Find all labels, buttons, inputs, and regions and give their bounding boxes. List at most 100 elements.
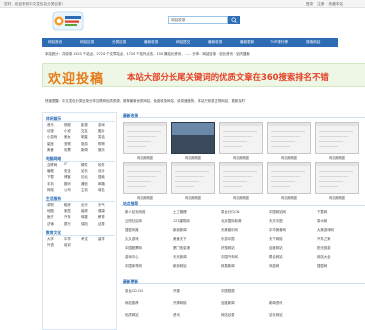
search-input[interactable]: 网站收录 — [168, 16, 228, 24]
sidebar-category-link[interactable]: 搜索 — [98, 174, 105, 179]
site-link[interactable]: 好搜网站 — [221, 245, 235, 250]
sidebar-category-link[interactable]: 新闻 — [81, 147, 88, 152]
sidebar-category-link[interactable]: 美女 — [64, 134, 71, 139]
site-thumbnail[interactable] — [315, 122, 359, 154]
sidebar-category-link[interactable]: 外语 — [47, 242, 54, 247]
site-link[interactable]: 美食天下 — [173, 236, 187, 241]
sidebar-category-link[interactable]: 求职 — [47, 202, 54, 207]
site-link[interactable]: 大美游戏网 — [317, 227, 334, 232]
site-link[interactable]: 泉州网 — [317, 218, 327, 223]
site-thumbnail[interactable] — [315, 162, 359, 194]
site-link[interactable]: 久久游戏 — [125, 236, 139, 241]
nav-home[interactable]: 网站首页 — [48, 40, 62, 45]
nav-submit[interactable]: 网站提交 — [176, 40, 190, 45]
sidebar-category-link[interactable]: 软件 — [98, 162, 105, 167]
sidebar-category-link[interactable]: 网络 — [47, 187, 54, 192]
site-link[interactable]: 中国体育网 — [125, 263, 142, 268]
site-link[interactable]: 中华美食网 — [269, 227, 286, 232]
update-link[interactable]: 新闻资讯 — [269, 300, 283, 305]
sidebar-category-link[interactable]: 医疗 — [47, 214, 54, 219]
sidebar-category-link[interactable]: 宠物 — [64, 141, 71, 146]
update-link[interactable]: 中国视频 — [221, 288, 235, 293]
sidebar-category-link[interactable]: 培训 — [64, 242, 71, 247]
sidebar-category-link[interactable]: 出行 — [81, 202, 88, 207]
sidebar-category-link[interactable]: 小说 — [64, 128, 71, 133]
sidebar-category-link[interactable]: 家居 — [64, 208, 71, 213]
site-link[interactable]: 中国汽车网 — [221, 254, 238, 259]
sidebar-category-link[interactable]: 下载 — [47, 174, 54, 179]
nav-directory[interactable]: 网站目录 — [80, 40, 94, 45]
thumbnail-caption[interactable]: 网站缩略图 — [217, 155, 265, 160]
site-link[interactable]: 厦门信息港 — [173, 245, 190, 250]
login-link[interactable]: 登录 — [306, 2, 313, 6]
site-link[interactable]: 中国网站网 — [269, 209, 286, 214]
update-link[interactable]: 站长网站 — [269, 312, 283, 317]
site-link[interactable]: 天下网络 — [269, 236, 283, 241]
sidebar-category-link[interactable]: 论坛 — [81, 174, 88, 179]
sidebar-category-link[interactable]: 汽车 — [64, 214, 71, 219]
favorite-link[interactable]: 收藏本站 — [329, 2, 343, 6]
sidebar-category-link[interactable]: 公司 — [64, 187, 71, 192]
sidebar-category-link[interactable]: 博客 — [64, 174, 71, 179]
site-link[interactable]: 天天新闻 — [173, 254, 187, 259]
search-button[interactable] — [228, 16, 240, 24]
sidebar-category-link[interactable]: 天气 — [98, 202, 105, 207]
site-link[interactable]: 搜狐网 — [317, 263, 327, 268]
site-thumbnail[interactable] — [171, 162, 215, 194]
sidebar-category-link[interactable]: 动漫 — [47, 128, 54, 133]
sidebar-category-link[interactable]: 数码 — [64, 181, 71, 186]
sidebar-category-link[interactable]: 银行 — [64, 221, 71, 226]
site-thumbnail[interactable] — [171, 122, 215, 154]
update-link[interactable]: 资讯 — [173, 312, 180, 317]
sidebar-category-link[interactable]: 游戏 — [98, 122, 105, 127]
site-thumbnail[interactable] — [219, 122, 263, 154]
thumbnail-caption[interactable]: 网站缩略图 — [265, 155, 313, 160]
sidebar-category-link[interactable]: 音乐 — [47, 122, 54, 127]
sidebar-category-link[interactable]: 母婴 — [81, 214, 88, 219]
sidebar-category-link[interactable]: 邮箱 — [98, 181, 105, 186]
sidebar-category-link[interactable]: 影视 — [81, 122, 88, 127]
site-link[interactable]: 联合网站 — [269, 254, 283, 259]
sidebar-category-link[interactable]: 视频 — [64, 122, 71, 127]
update-link[interactable]: 优质网站 — [125, 312, 139, 317]
sidebar-category-link[interactable]: 保险 — [81, 221, 88, 226]
sidebar-category-link[interactable]: 明星 — [81, 134, 88, 139]
sidebar-category-link[interactable]: 交友 — [81, 128, 88, 133]
sidebar-category-link[interactable]: 中学 — [64, 236, 71, 241]
sidebar-category-link[interactable]: 编程 — [47, 168, 54, 173]
site-link[interactable]: 网易新闻 — [221, 263, 235, 268]
site-link[interactable]: 新人站长网络 — [125, 209, 145, 214]
sidebar-category-link[interactable]: 域名 — [98, 187, 105, 192]
sidebar-category-link[interactable]: 安全 — [64, 168, 71, 173]
update-link[interactable]: 泉台CD.CN — [125, 288, 143, 293]
site-link[interactable]: 阳光旅游 — [317, 245, 331, 250]
site-link[interactable]: 北京国际新闻 — [221, 218, 241, 223]
sidebar-category-link[interactable]: 娱乐 — [98, 147, 105, 152]
sidebar-category-link[interactable]: 设计 — [98, 168, 105, 173]
sidebar-category-link[interactable]: IT — [64, 162, 67, 166]
sidebar-category-link[interactable]: 旅游 — [81, 141, 88, 146]
site-link[interactable]: 天美娱乐网 — [221, 227, 238, 232]
banner[interactable]: 欢迎投稿 本站大部分长尾关键词的优质文章在360搜索排名不错 — [42, 63, 365, 87]
site-thumbnail[interactable] — [267, 162, 311, 194]
site-link[interactable]: 乐游中国 — [221, 236, 235, 241]
sidebar-category-link[interactable]: 购物 — [98, 141, 105, 146]
sidebar-category-link[interactable]: 考试 — [81, 236, 88, 241]
sidebar-category-link[interactable]: 装修 — [81, 208, 88, 213]
update-link[interactable]: 网站目录 — [221, 312, 235, 317]
sidebar-category-link[interactable]: 笑话 — [98, 134, 105, 139]
nav-latest[interactable]: 最新收录 — [144, 40, 158, 45]
site-link[interactable]: 新浪新闻 — [173, 227, 187, 232]
thumbnail-caption[interactable]: 网站缩略图 — [169, 155, 217, 160]
register-link[interactable]: 注册 — [317, 2, 324, 6]
site-link[interactable]: 下载网 — [317, 209, 327, 214]
sidebar-category-link[interactable]: 大学 — [47, 236, 54, 241]
update-link[interactable]: 开源网络 — [173, 300, 187, 305]
site-link[interactable]: 土工格栅 — [173, 209, 187, 214]
site-link[interactable]: 天天中国 — [269, 218, 283, 223]
site-thumbnail[interactable] — [267, 122, 311, 154]
sidebar-category-link[interactable]: 图片 — [98, 128, 105, 133]
sidebar-category-link[interactable]: 租房 — [64, 202, 71, 207]
sidebar-category-link[interactable]: 互联网 — [47, 162, 57, 167]
site-thumbnail[interactable] — [123, 122, 167, 154]
